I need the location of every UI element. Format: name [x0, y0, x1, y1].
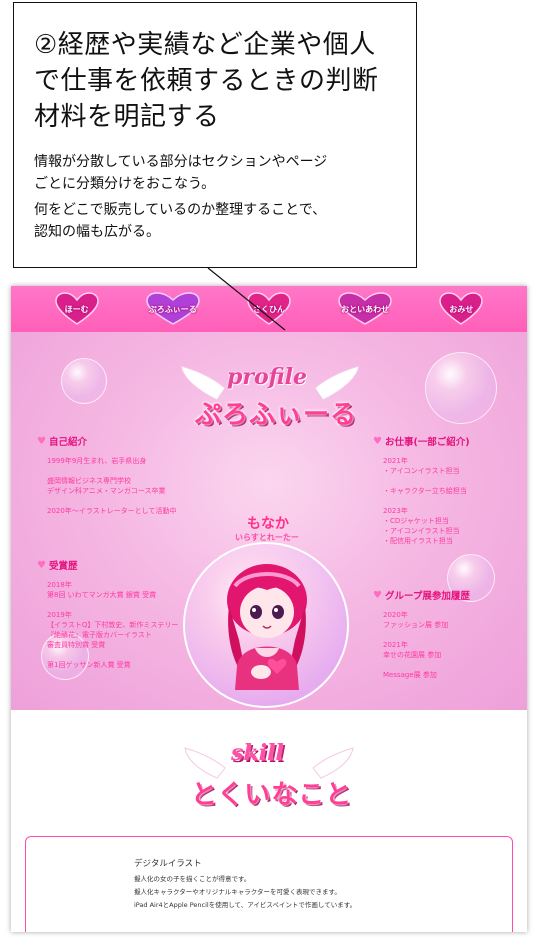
skill-card-title: デジタルイラスト [134, 859, 202, 869]
group-text: 2020年 ファッション展 参加 2021年 幸せの花園展 参加 Message… [383, 610, 448, 680]
group-line: Message展 参加 [383, 671, 437, 679]
group-heading-text: グループ展参加履歴 [384, 591, 470, 602]
nav-home[interactable]: ほーむ [54, 292, 100, 326]
skill-main-text: とくいなこと [191, 780, 353, 810]
intro-heading: ♥ 自己紹介 [37, 434, 87, 449]
bubble-decoration [61, 358, 107, 404]
work-line: ・アイコンイラスト担当 [383, 527, 460, 535]
bubble-decoration [425, 352, 497, 424]
works-heading-text: お仕事(一部ご紹介) [384, 437, 470, 448]
heart-bullet-icon: ♥ [37, 559, 46, 571]
group-heading: ♥ グループ展参加履歴 [373, 588, 470, 603]
intro-line: デザイン科アニメ・マンガコース卒業 [47, 487, 166, 495]
nav-works[interactable]: さくひん [246, 292, 292, 326]
award-line: 2018年 [47, 581, 72, 589]
character-illustration-icon [183, 542, 349, 708]
callout-body-line: 認知の幅も広がる。 [34, 224, 160, 240]
character-name: もなか [247, 516, 289, 532]
intro-line: 2020年～イラストレーターとして活動中 [47, 507, 177, 515]
skill-card: デジタルイラスト 擬人化の女の子を描くことが得意です。 擬人化キャラクターやオリ… [25, 836, 513, 932]
group-line: 2021年 [383, 641, 408, 649]
works-heading: ♥ お仕事(一部ご紹介) [373, 434, 470, 449]
work-line: ・CDジャケット担当 [383, 517, 449, 525]
work-line: ・配信用イラスト担当 [383, 537, 453, 545]
intro-heading-text: 自己紹介 [48, 437, 87, 448]
logo-main-text: ぷろふぃーる [195, 400, 358, 430]
callout-body-line: 情報が分散している部分はセクションやページ [34, 154, 328, 170]
heart-bullet-icon: ♥ [373, 589, 382, 601]
intro-text: 1999年9月生まれ、岩手県出身 盛岡情報ビジネス専門学校 デザイン科アニメ・マ… [47, 456, 176, 516]
logo-script-text: profile [227, 364, 307, 390]
nav-label: ぷろふぃーる [148, 304, 197, 314]
callout-body-line: ごとに分類分けをおこなう。 [34, 176, 216, 192]
award-line: 第1回ゲッサン新人賞 受賞 [47, 661, 131, 669]
award-line: 『絶鱗花』電子版カバーイラスト [47, 631, 152, 639]
award-line: 審査員特別賞 受賞 [47, 641, 106, 649]
work-line: ・キャラクター立ち絵担当 [383, 487, 467, 495]
work-line: 2021年 [383, 457, 408, 465]
heart-bullet-icon: ♥ [37, 435, 46, 447]
work-line: 2023年 [383, 507, 408, 515]
callout-title: ②経歴や実績など企業や個人 で仕事を依頼するときの判断 材料を明記する [34, 27, 400, 135]
callout-body-line: 何をどこで販売しているのか整理することで、 [34, 202, 327, 218]
group-line: 幸せの花園展 参加 [383, 651, 442, 659]
nav-label: おみせ [449, 304, 474, 314]
award-line: 第8回 いわてマンガ大賞 銀賞 受賞 [47, 591, 157, 599]
heart-bullet-icon: ♥ [373, 435, 382, 447]
work-line: ・アイコンイラスト担当 [383, 467, 460, 475]
top-navigation: ほーむ ぷろふぃーる さくひん おといあわせ おみせ [11, 286, 527, 332]
skill-logo: skill とくいなこと [183, 738, 355, 814]
annotation-callout: ②経歴や実績など企業や個人 で仕事を依頼するときの判断 材料を明記する 情報が分… [13, 2, 417, 268]
skill-card-text: 擬人化の女の子を描くことが得意です。 擬人化キャラクターやオリジナルキャラクター… [134, 873, 356, 912]
awards-text: 2018年 第8回 いわてマンガ大賞 銀賞 受賞 2019年 【イラストQ】下村… [47, 580, 178, 670]
skill-line: 擬人化キャラクターやオリジナルキャラクターを可愛く表現できます。 [134, 888, 341, 896]
website-screenshot: ほーむ ぷろふぃーる さくひん おといあわせ おみせ profile ぷろふぃー… [11, 286, 527, 932]
nav-contact[interactable]: おといあわせ [337, 292, 393, 326]
intro-line: 盛岡情報ビジネス専門学校 [47, 477, 131, 485]
profile-section: profile ぷろふぃーる ♥ 自己紹介 1999年9月生まれ、岩手県出身 盛… [11, 332, 527, 710]
skill-line: iPad Air4とApple Pencilを使用して、アイビスペイントで作画し… [134, 901, 357, 909]
skill-section: skill とくいなこと デジタルイラスト 擬人化の女の子を描くことが得意です。… [11, 710, 527, 932]
nav-label: おといあわせ [341, 304, 390, 314]
nav-label: ほーむ [64, 304, 89, 314]
works-text: 2021年 ・アイコンイラスト担当 ・キャラクター立ち絵担当 2023年 ・CD… [383, 456, 467, 546]
award-line: 【イラストQ】下村敦史、新作ミステリー [47, 621, 179, 629]
skill-line: 擬人化の女の子を描くことが得意です。 [134, 875, 251, 883]
awards-heading-text: 受賞歴 [48, 561, 78, 572]
character-portrait [181, 540, 351, 710]
award-line: 2019年 [47, 611, 72, 619]
profile-logo: profile ぷろふぃーる [177, 360, 363, 440]
group-line: ファッション展 参加 [383, 621, 449, 629]
callout-title-line: ②経歴や実績など企業や個人 [34, 30, 376, 60]
callout-title-line: 材料を明記する [34, 102, 220, 132]
intro-line: 1999年9月生まれ、岩手県出身 [47, 457, 147, 465]
nav-profile[interactable]: ぷろふぃーる [145, 292, 201, 326]
group-line: 2020年 [383, 611, 408, 619]
callout-title-line: で仕事を依頼するときの判断 [34, 66, 379, 96]
skill-script-text: skill [231, 740, 284, 766]
awards-heading: ♥ 受賞歴 [37, 558, 78, 573]
nav-label: さくひん [252, 304, 285, 314]
nav-shop[interactable]: おみせ [438, 292, 484, 326]
callout-body: 情報が分散している部分はセクションやページ ごとに分類分けをおこなう。 何をどこ… [34, 151, 400, 243]
